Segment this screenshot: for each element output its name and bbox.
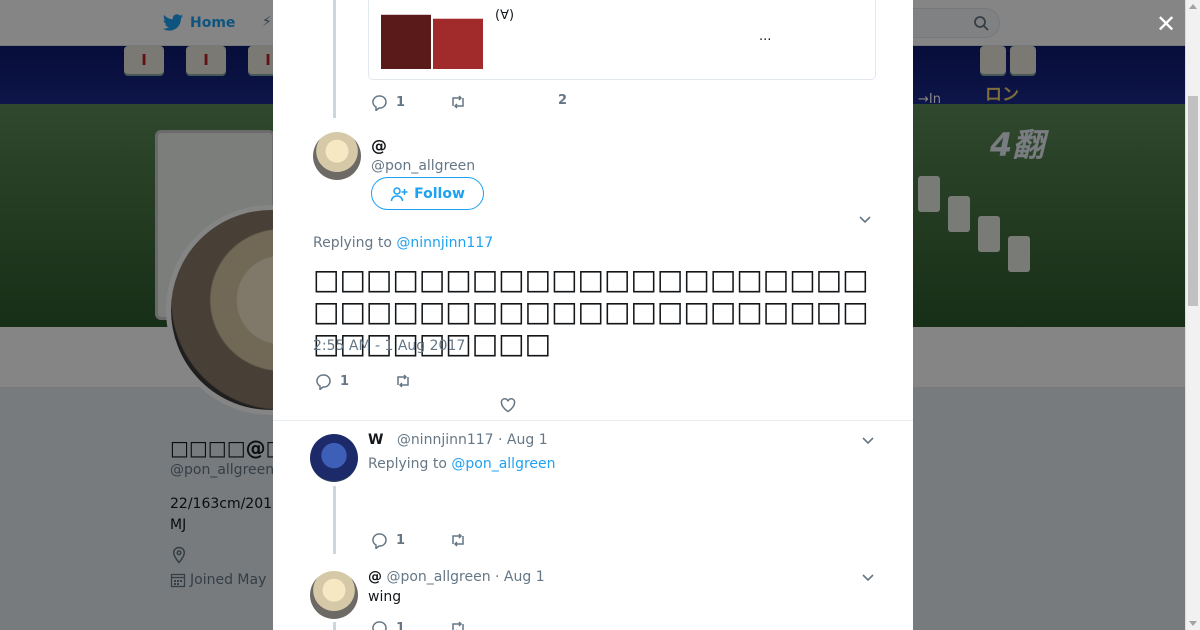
retweet-icon xyxy=(452,621,464,630)
retweet-icon xyxy=(452,95,464,109)
reply-icon xyxy=(316,374,331,390)
retweet-button[interactable] xyxy=(449,93,467,111)
quoted-tweet-ellipsis: ... xyxy=(759,29,772,44)
reply-date[interactable]: · Aug 1 xyxy=(498,432,548,448)
reply-author-avatar[interactable] xyxy=(310,434,358,482)
chevron-down-icon[interactable] xyxy=(861,436,875,446)
reply-icon xyxy=(372,621,387,630)
reply-text: wing xyxy=(368,589,402,605)
like-count: 2 xyxy=(558,93,568,108)
chevron-down-icon[interactable] xyxy=(858,215,872,225)
reply-author-name[interactable]: @ xyxy=(368,569,382,585)
chevron-down-icon[interactable] xyxy=(861,573,875,583)
quoted-tweet-image[interactable] xyxy=(381,0,431,69)
retweet-icon xyxy=(452,533,464,547)
thread-connector-line xyxy=(333,0,336,118)
page-scrollbar[interactable] xyxy=(1185,0,1200,630)
quoted-tweet-image[interactable] xyxy=(433,0,483,69)
like-button[interactable] xyxy=(499,396,517,414)
tweet-permalink-modal: (∀) ... 1 2 @ @pon_allgreen Follow Reply… xyxy=(273,0,913,630)
tweet-author-avatar[interactable] xyxy=(313,132,361,180)
add-user-icon xyxy=(390,186,408,201)
reply-button[interactable]: 1 xyxy=(314,372,349,390)
reply-author-handle[interactable]: @ninnjinn117 xyxy=(397,432,494,448)
reply-button[interactable]: 1 xyxy=(370,531,405,549)
reply-icon xyxy=(372,95,387,111)
reply-author-name[interactable]: W xyxy=(368,432,383,448)
replying-to-prefix: Replying to xyxy=(313,235,397,251)
thread-connector-line xyxy=(333,622,336,630)
replying-to-prefix: Replying to xyxy=(368,456,452,472)
quoted-tweet-card[interactable]: (∀) ... xyxy=(368,0,876,80)
follow-label: Follow xyxy=(414,185,465,202)
reply-author-avatar[interactable] xyxy=(310,571,358,619)
quoted-tweet-text: (∀) xyxy=(495,8,515,23)
replying-to-link[interactable]: @pon_allgreen xyxy=(451,456,555,472)
reply-header: W @ninnjinn117 · Aug 1 xyxy=(368,432,548,448)
reply-count: 1 xyxy=(396,620,406,630)
retweet-button[interactable] xyxy=(449,619,467,630)
reply-count: 1 xyxy=(340,373,350,389)
reply-button[interactable]: 1 xyxy=(370,93,405,111)
scroll-up-arrow-icon[interactable] xyxy=(1189,4,1197,9)
retweet-button[interactable] xyxy=(394,372,412,390)
tweet-timestamp[interactable]: 2:55 AM - 1 Aug 2017 xyxy=(313,338,465,354)
scroll-down-arrow-icon[interactable] xyxy=(1189,621,1197,626)
reply-icon xyxy=(372,533,387,549)
reply-header: @ @pon_allgreen · Aug 1 xyxy=(368,569,545,585)
heart-icon xyxy=(500,397,516,413)
like-button[interactable]: 2 xyxy=(558,93,567,108)
retweet-button[interactable] xyxy=(449,531,467,549)
reply-author-handle[interactable]: @pon_allgreen xyxy=(386,569,490,585)
reply-count: 1 xyxy=(396,532,406,548)
scrollbar-thumb[interactable] xyxy=(1188,96,1198,306)
section-divider xyxy=(273,420,913,421)
replying-to-link[interactable]: @ninnjinn117 xyxy=(396,235,493,251)
thread-connector-line xyxy=(333,486,336,554)
reply-button[interactable]: 1 xyxy=(370,619,405,630)
replying-to: Replying to @ninnjinn117 xyxy=(313,235,493,251)
tweet-author-name[interactable]: @ xyxy=(371,136,387,155)
retweet-icon xyxy=(397,374,409,388)
tweet-author-handle[interactable]: @pon_allgreen xyxy=(371,158,475,174)
reply-count: 1 xyxy=(396,94,406,110)
follow-button[interactable]: Follow xyxy=(371,177,484,210)
close-icon[interactable]: ✕ xyxy=(1153,12,1179,38)
reply-date[interactable]: · Aug 1 xyxy=(495,569,545,585)
replying-to: Replying to @pon_allgreen xyxy=(368,456,556,472)
